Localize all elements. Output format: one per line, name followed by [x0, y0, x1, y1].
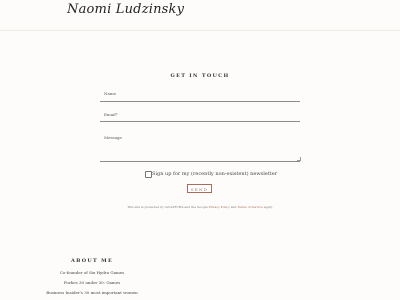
email-label: Email* — [104, 112, 118, 117]
contact-heading: GET IN TOUCH — [170, 73, 230, 79]
header-divider — [0, 30, 400, 31]
email-input-underline[interactable] — [100, 121, 300, 122]
newsletter-checkbox[interactable] — [145, 171, 152, 178]
recaptcha-suffix: apply. — [262, 205, 273, 209]
about-line-2: Forbes 30 under 30: Games — [63, 280, 121, 285]
send-button[interactable]: SEND — [187, 184, 212, 193]
newsletter-label[interactable]: Sign up for my (recently non-existent) n… — [152, 171, 277, 177]
site-logo[interactable]: Naomi Ludzinsky — [67, 2, 184, 17]
about-line-1: Co-founder of Six Hydra Games — [59, 270, 125, 275]
recaptcha-prefix: This site is protected by reCAPTCHA and … — [127, 205, 209, 209]
about-line-3: Business Insider's 30 most important wom… — [46, 290, 138, 295]
resize-handle-icon[interactable] — [297, 157, 301, 161]
message-textarea[interactable] — [100, 131, 301, 162]
name-label: Name — [104, 91, 117, 96]
name-input-underline[interactable] — [100, 101, 300, 102]
terms-of-service-link[interactable]: Terms of Service — [237, 205, 263, 209]
privacy-policy-link[interactable]: Privacy Policy — [209, 205, 230, 209]
recaptcha-notice: This site is protected by reCAPTCHA and … — [0, 205, 400, 209]
about-heading: ABOUT ME — [70, 258, 114, 264]
